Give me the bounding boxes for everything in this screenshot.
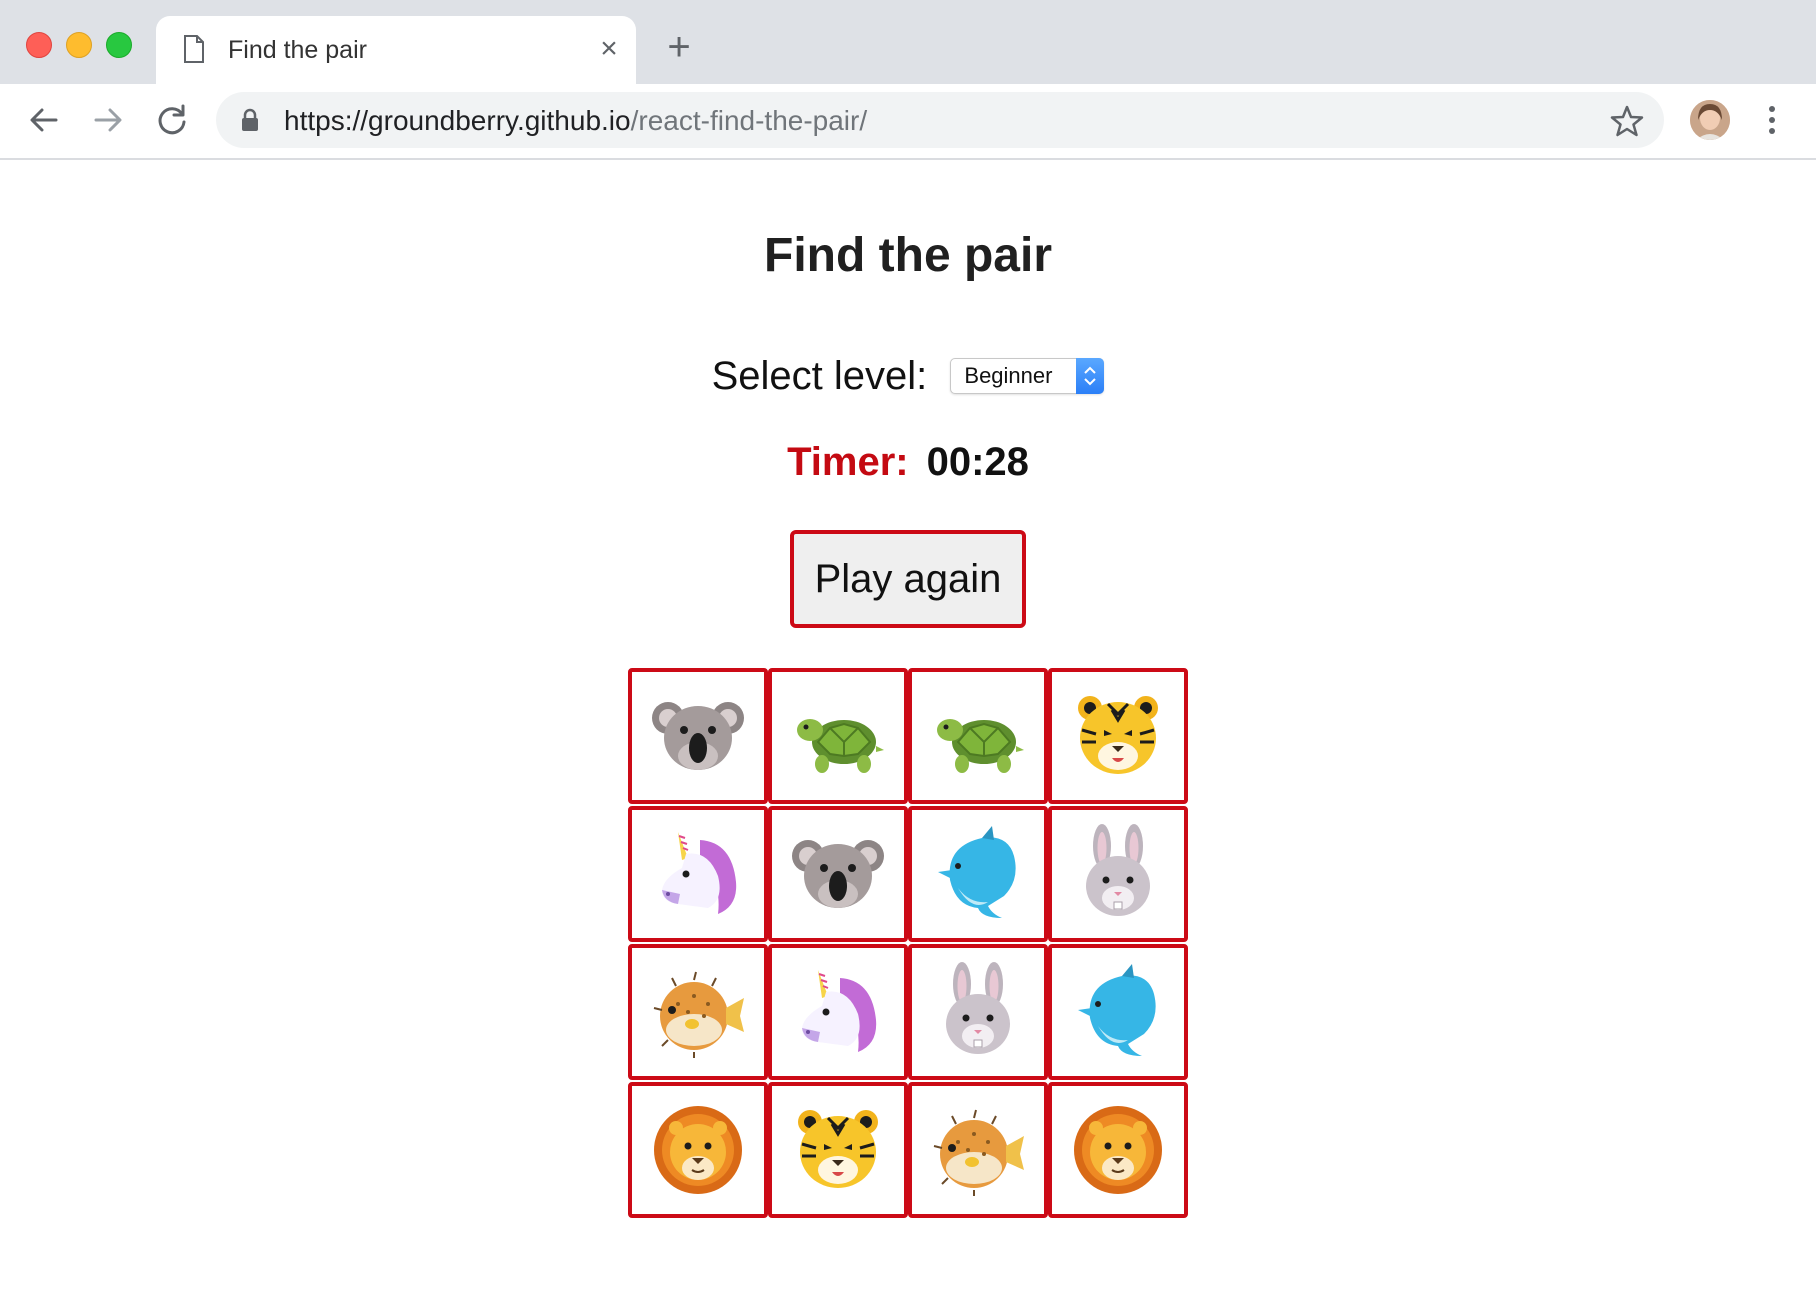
timer-label: Timer: bbox=[787, 440, 909, 484]
tab-title: Find the pair bbox=[228, 36, 367, 64]
url-host: https://groundberry.github.io bbox=[284, 105, 631, 136]
profile-avatar[interactable] bbox=[1690, 100, 1730, 140]
tiger-icon bbox=[1068, 684, 1168, 789]
tiger-icon bbox=[788, 1098, 888, 1203]
blowfish-icon bbox=[648, 960, 748, 1065]
unicorn-icon bbox=[788, 960, 888, 1065]
level-label: Select level: bbox=[711, 353, 928, 398]
card[interactable] bbox=[908, 668, 1048, 804]
dolphin-icon bbox=[1068, 960, 1168, 1065]
koala-icon bbox=[788, 822, 888, 927]
url-text: https://groundberry.github.io/react-find… bbox=[284, 105, 867, 137]
browser-tab[interactable]: Find the pair × bbox=[156, 16, 636, 84]
card[interactable] bbox=[1048, 1082, 1188, 1218]
rabbit-icon bbox=[1068, 822, 1168, 927]
document-icon bbox=[184, 35, 204, 63]
card[interactable] bbox=[1048, 944, 1188, 1080]
more-menu-icon[interactable] bbox=[1758, 102, 1786, 138]
level-select[interactable]: Beginner bbox=[950, 358, 1105, 395]
minimize-window-button[interactable] bbox=[66, 32, 92, 58]
address-bar[interactable]: https://groundberry.github.io/react-find… bbox=[216, 92, 1664, 148]
new-tab-button[interactable]: + bbox=[660, 27, 698, 67]
close-tab-icon[interactable]: × bbox=[594, 34, 624, 64]
card[interactable] bbox=[628, 806, 768, 942]
play-again-button[interactable]: Play again bbox=[790, 530, 1026, 628]
koala-icon bbox=[648, 684, 748, 789]
card[interactable] bbox=[908, 944, 1048, 1080]
forward-arrow-icon[interactable] bbox=[88, 100, 128, 140]
maximize-window-button[interactable] bbox=[106, 32, 132, 58]
card[interactable] bbox=[908, 806, 1048, 942]
close-window-button[interactable] bbox=[26, 32, 52, 58]
dolphin-icon bbox=[928, 822, 1028, 927]
card[interactable] bbox=[768, 806, 908, 942]
card[interactable] bbox=[768, 1082, 908, 1218]
bookmark-star-icon[interactable] bbox=[1610, 104, 1644, 138]
page-title: Find the pair bbox=[764, 229, 1052, 282]
url-path: /react-find-the-pair/ bbox=[630, 105, 868, 136]
lock-icon bbox=[242, 108, 258, 131]
turtle-icon bbox=[788, 684, 888, 789]
card[interactable] bbox=[1048, 806, 1188, 942]
browser-toolbar: https://groundberry.github.io/react-find… bbox=[0, 84, 1816, 160]
card-grid bbox=[628, 668, 1188, 1220]
card[interactable] bbox=[628, 1082, 768, 1218]
level-selected-value: Beginner bbox=[964, 363, 1053, 389]
reload-icon[interactable] bbox=[152, 100, 192, 140]
card[interactable] bbox=[628, 944, 768, 1080]
card[interactable] bbox=[1048, 668, 1188, 804]
lion-icon bbox=[1068, 1098, 1168, 1203]
back-arrow-icon[interactable] bbox=[24, 100, 64, 140]
card[interactable] bbox=[628, 668, 768, 804]
blowfish-icon bbox=[928, 1098, 1028, 1203]
turtle-icon bbox=[928, 684, 1028, 789]
timer-row: Timer: 00:28 bbox=[0, 440, 1816, 485]
unicorn-icon bbox=[648, 822, 748, 927]
lion-icon bbox=[648, 1098, 748, 1203]
select-arrows-icon bbox=[1076, 358, 1105, 395]
timer-value: 00:28 bbox=[926, 440, 1029, 484]
card[interactable] bbox=[768, 668, 908, 804]
level-row: Select level: Beginner bbox=[0, 352, 1816, 399]
rabbit-icon bbox=[928, 960, 1028, 1065]
card[interactable] bbox=[768, 944, 908, 1080]
tab-strip: Find the pair × + bbox=[0, 0, 1816, 84]
card[interactable] bbox=[908, 1082, 1048, 1218]
